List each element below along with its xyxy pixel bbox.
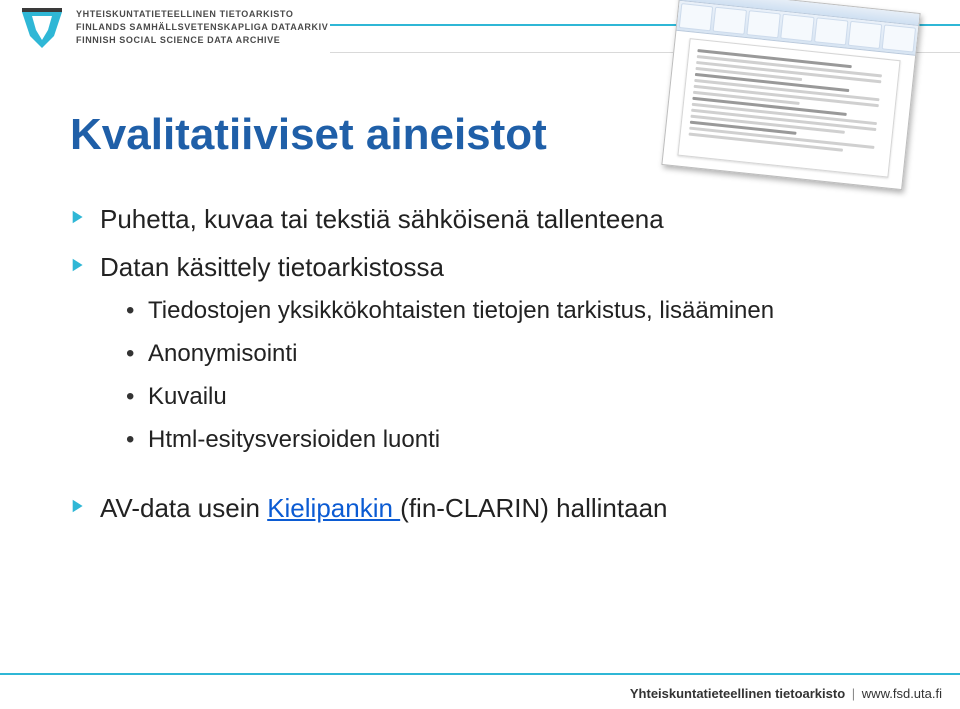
org-name-sv: FINLANDS SAMHÄLLSVETENSKAPLIGA DATAARKIV xyxy=(76,21,328,34)
sub-bullet-item: Html-esitysversioiden luonti xyxy=(126,424,890,455)
kielipankki-link[interactable]: Kielipankin xyxy=(267,493,400,523)
bullet-text: Datan käsittely tietoarkistossa xyxy=(100,252,444,282)
footer-text: Yhteiskuntatieteellinen tietoarkisto | w… xyxy=(630,686,942,701)
bullet-list: Puhetta, kuvaa tai tekstiä sähköisenä ta… xyxy=(70,202,890,455)
bullet-text-pre: AV-data usein xyxy=(100,493,267,523)
sub-bullet-list: Tiedostojen yksikkökohtaisten tietojen t… xyxy=(126,295,890,456)
bullet-text: Puhetta, kuvaa tai tekstiä sähköisenä ta… xyxy=(100,204,664,234)
org-names: YHTEISKUNTATIETEELLINEN TIETOARKISTO FIN… xyxy=(76,8,328,47)
footer: Yhteiskuntatieteellinen tietoarkisto | w… xyxy=(0,673,960,709)
sub-bullet-item: Tiedostojen yksikkökohtaisten tietojen t… xyxy=(126,295,890,326)
bullet-item: AV-data usein Kielipankin (fin-CLARIN) h… xyxy=(70,491,890,525)
org-name-en: FINNISH SOCIAL SCIENCE DATA ARCHIVE xyxy=(76,34,328,47)
bullet-text-post: (fin-CLARIN) hallintaan xyxy=(400,493,667,523)
sub-bullet-item: Anonymisointi xyxy=(126,338,890,369)
sub-bullet-item: Kuvailu xyxy=(126,381,890,412)
footer-url: www.fsd.uta.fi xyxy=(862,686,942,701)
sub-bullet-text: Anonymisointi xyxy=(148,340,297,367)
org-name-fi: YHTEISKUNTATIETEELLINEN TIETOARKISTO xyxy=(76,8,328,21)
content: Kvalitatiiviset aineistot Puhetta, kuvaa… xyxy=(70,110,890,540)
footer-accent-line xyxy=(0,673,960,675)
footer-org: Yhteiskuntatieteellinen tietoarkisto xyxy=(630,686,845,701)
sub-bullet-text: Tiedostojen yksikkökohtaisten tietojen t… xyxy=(148,297,774,324)
spacer xyxy=(70,469,890,491)
sub-bullet-text: Kuvailu xyxy=(148,383,227,410)
bullet-item: Datan käsittely tietoarkistossa Tiedosto… xyxy=(70,250,890,455)
sub-bullet-text: Html-esitysversioiden luonti xyxy=(148,426,440,453)
bullet-list: AV-data usein Kielipankin (fin-CLARIN) h… xyxy=(70,491,890,525)
slide: YHTEISKUNTATIETEELLINEN TIETOARKISTO FIN… xyxy=(0,0,960,709)
logo-icon xyxy=(18,6,66,50)
page-title: Kvalitatiiviset aineistot xyxy=(70,110,890,160)
bullet-item: Puhetta, kuvaa tai tekstiä sähköisenä ta… xyxy=(70,202,890,236)
footer-separator: | xyxy=(852,686,855,701)
